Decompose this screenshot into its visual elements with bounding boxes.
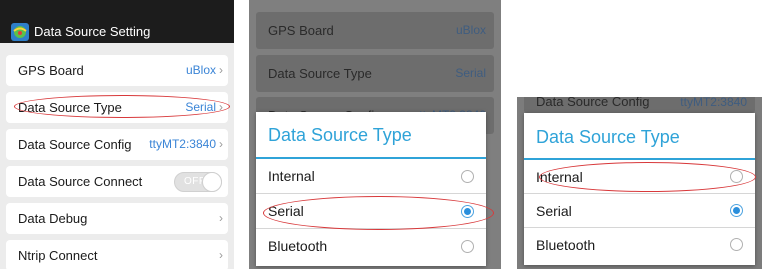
chevron-right-icon: ›	[219, 211, 223, 225]
row-label: Data Source Type	[268, 66, 372, 81]
dialog-screen-internal: Data Source Config ttyMT2:3840 Data Sour…	[517, 97, 762, 269]
gps-app-icon	[11, 23, 29, 41]
radio-serial-selected[interactable]	[730, 204, 743, 217]
settings-row-data-source-config[interactable]: Data Source Config ttyMT2:3840 ›	[6, 129, 228, 160]
settings-row-data-source-type[interactable]: Data Source Type Serial ›	[6, 92, 228, 123]
option-label: Bluetooth	[268, 238, 328, 254]
option-internal[interactable]: Internal	[524, 160, 755, 194]
connect-toggle[interactable]: OFF	[174, 172, 222, 192]
data-source-type-dialog: Data Source Type Internal Serial Bluetoo…	[256, 112, 486, 266]
option-label: Serial	[536, 203, 572, 219]
row-value: ttyMT2:3840	[149, 137, 216, 151]
row-label: Ntrip Connect	[18, 248, 98, 263]
toggle-knob	[202, 172, 222, 192]
option-label: Bluetooth	[536, 237, 596, 253]
row-label: GPS Board	[18, 63, 84, 78]
dialog-title: Data Source Type	[536, 127, 680, 147]
settings-row-data-debug[interactable]: Data Debug ›	[6, 203, 228, 234]
settings-row-gps-board[interactable]: GPS Board uBlox ›	[6, 55, 228, 86]
radio-internal[interactable]	[730, 170, 743, 183]
data-source-type-dialog: Data Source Type Internal Serial Bluetoo…	[524, 113, 755, 265]
row-label: Data Debug	[18, 211, 88, 226]
settings-row-ntrip-connect[interactable]: Ntrip Connect ›	[6, 240, 228, 269]
chevron-right-icon: ›	[219, 137, 223, 151]
chevron-right-icon: ›	[219, 100, 223, 114]
radio-bluetooth[interactable]	[461, 240, 474, 253]
option-serial[interactable]: Serial	[524, 194, 755, 228]
option-label: Internal	[268, 168, 315, 184]
dimmed-row-gps-board: GPS Board uBlox	[256, 12, 494, 49]
row-value: ttyMT2:3840	[680, 97, 747, 109]
settings-screen: Data Source Setting GPS Board uBlox › Da…	[0, 0, 234, 269]
dimmed-row-data-source-config: Data Source Config ttyMT2:3840	[524, 97, 755, 113]
row-label: Data Source Type	[18, 100, 122, 115]
option-label: Serial	[268, 203, 304, 219]
radio-internal[interactable]	[461, 170, 474, 183]
settings-row-data-source-connect: Data Source Connect OFF	[6, 166, 228, 197]
row-label: Data Source Config	[18, 137, 132, 152]
dialog-title: Data Source Type	[268, 125, 412, 145]
radio-serial-selected[interactable]	[461, 205, 474, 218]
dimmed-row-data-source-type: Data Source Type Serial	[256, 55, 494, 92]
row-value: Serial	[185, 100, 216, 114]
chevron-right-icon: ›	[219, 63, 223, 77]
option-label: Internal	[536, 169, 583, 185]
dialog-screen-serial: GPS Board uBlox Data Source Type Serial …	[249, 0, 501, 269]
row-value: uBlox	[455, 23, 486, 37]
row-value: uBlox	[185, 63, 216, 77]
option-bluetooth[interactable]: Bluetooth	[256, 229, 486, 264]
row-value: Serial	[455, 66, 486, 80]
row-label: Data Source Config	[536, 97, 650, 109]
radio-bluetooth[interactable]	[730, 238, 743, 251]
page-title: Data Source Setting	[34, 24, 151, 39]
option-internal[interactable]: Internal	[256, 159, 486, 194]
row-label: GPS Board	[268, 23, 334, 38]
option-serial[interactable]: Serial	[256, 194, 486, 229]
row-label: Data Source Connect	[18, 174, 143, 189]
option-bluetooth[interactable]: Bluetooth	[524, 228, 755, 262]
chevron-right-icon: ›	[219, 248, 223, 262]
title-bar: Data Source Setting	[0, 0, 234, 43]
